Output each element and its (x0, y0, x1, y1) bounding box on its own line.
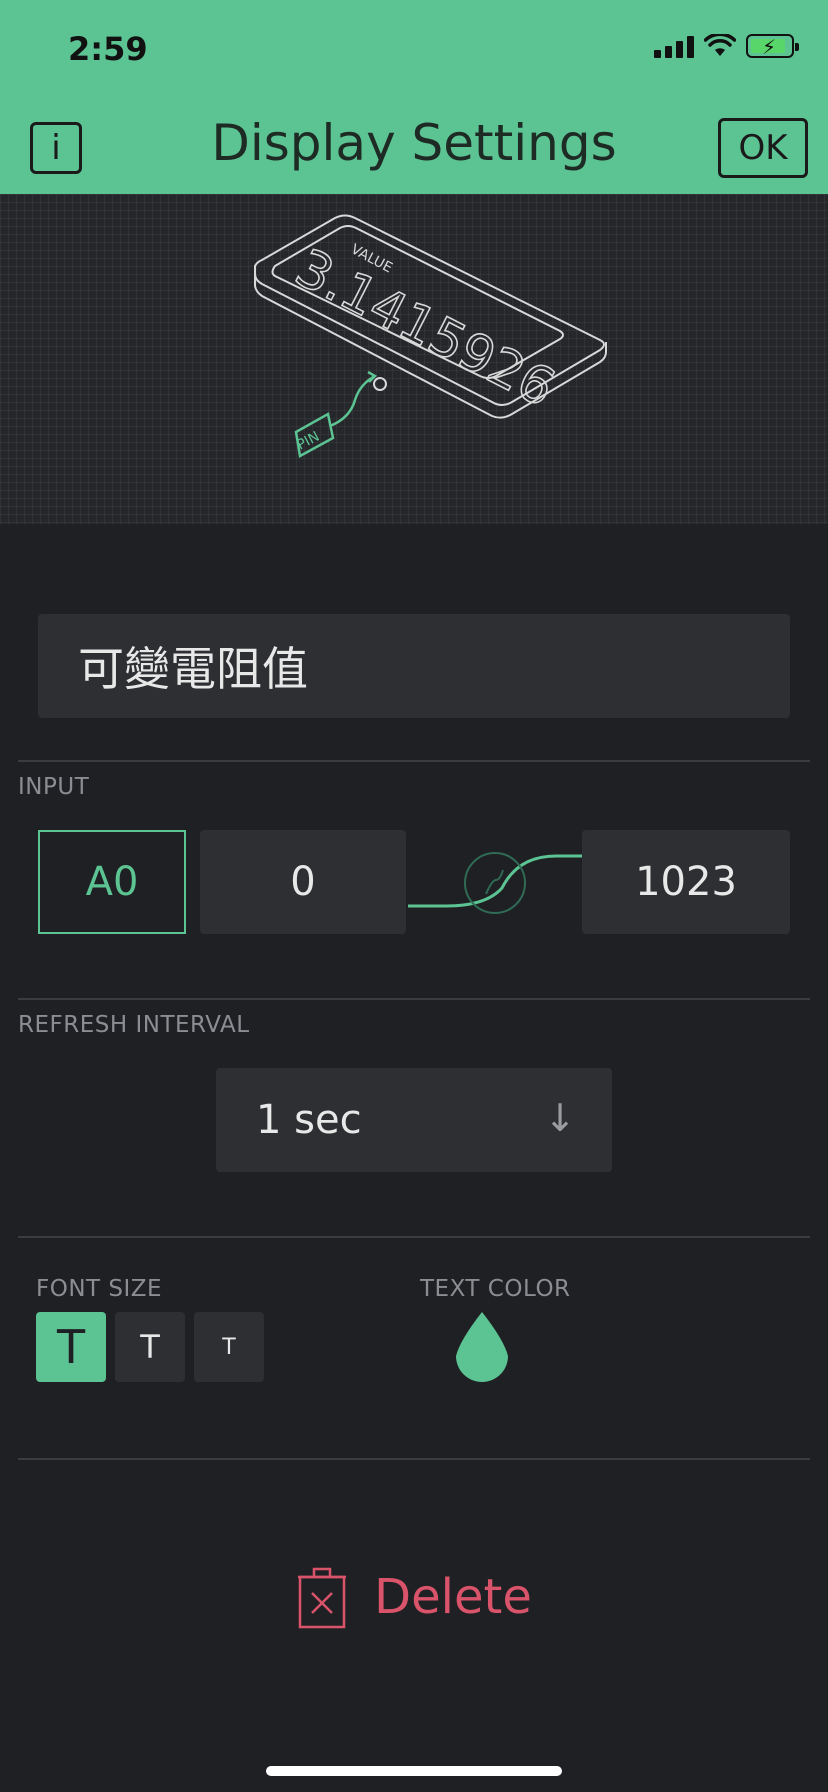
divider (18, 760, 810, 762)
font-size-large-button[interactable]: T (36, 1312, 106, 1382)
header-bar: 2:59 ⚡ i Display Settings OK (0, 0, 828, 194)
widget-name-input[interactable]: 可變電阻值 (38, 614, 790, 718)
wifi-icon (704, 34, 736, 56)
color-drop-icon[interactable] (452, 1310, 512, 1386)
mapping-curve-icon (408, 852, 582, 914)
arrow-down-icon: ↓ (544, 1096, 576, 1140)
input-min-field[interactable]: 0 (200, 830, 406, 934)
refresh-interval-select[interactable]: 1 sec ↓ (216, 1068, 612, 1172)
illustration-value-digits: 3.1415926 (286, 238, 564, 419)
ok-button[interactable]: OK (718, 118, 808, 178)
divider (18, 998, 810, 1000)
home-indicator[interactable] (266, 1766, 562, 1776)
refresh-interval-label: REFRESH INTERVAL (18, 1012, 250, 1038)
font-size-label: FONT SIZE (36, 1276, 163, 1302)
text-color-label: TEXT COLOR (420, 1276, 571, 1302)
widget-illustration: PIN VALUE 3.1415926 (0, 194, 828, 524)
page-title: Display Settings (211, 114, 617, 172)
divider (18, 1458, 810, 1460)
delete-button[interactable]: Delete (0, 1562, 828, 1632)
divider (18, 1236, 810, 1238)
delete-label: Delete (374, 1569, 532, 1625)
status-time: 2:59 (68, 30, 148, 68)
font-size-small-button[interactable]: T (194, 1312, 264, 1382)
input-max-field[interactable]: 1023 (582, 830, 790, 934)
font-size-medium-button[interactable]: T (115, 1312, 185, 1382)
refresh-interval-value: 1 sec (256, 1097, 362, 1143)
trash-icon (298, 1567, 347, 1629)
input-section-label: INPUT (18, 774, 90, 800)
display-settings-screen: 2:59 ⚡ i Display Settings OK PIN VALUE 3… (0, 0, 828, 1792)
status-icons: ⚡ (654, 34, 799, 59)
value-display-illustration: PIN VALUE 3.1415926 (254, 214, 607, 458)
battery-charging-icon: ⚡ (746, 34, 799, 59)
cellular-signal-icon (654, 34, 694, 58)
pin-selector[interactable]: A0 (38, 830, 186, 934)
